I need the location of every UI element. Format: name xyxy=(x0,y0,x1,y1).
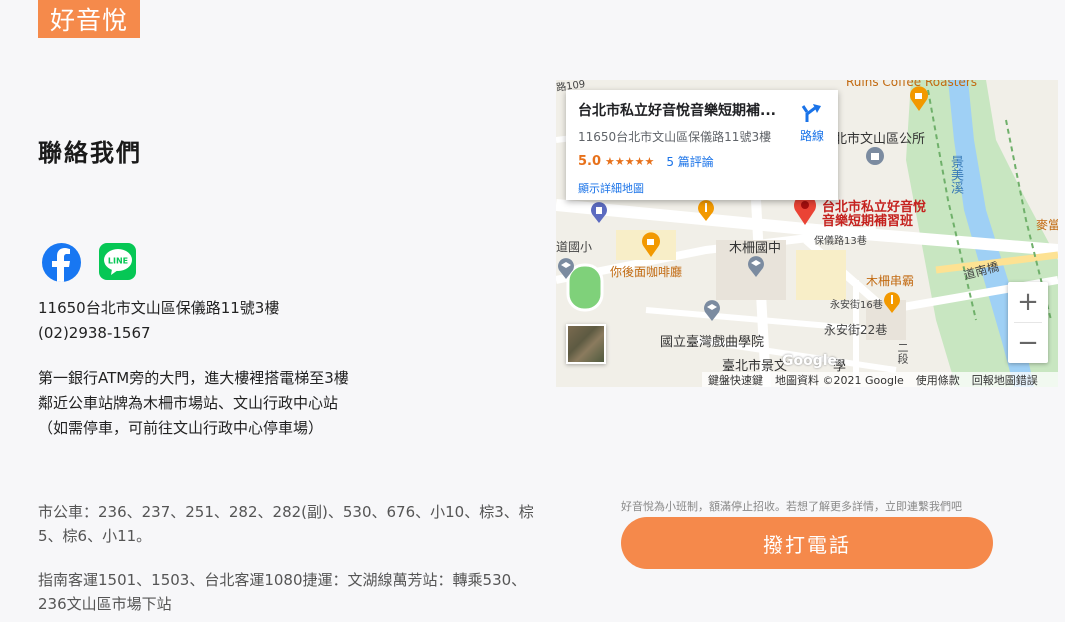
place-title: 台北市私立好音悅音樂短期補... xyxy=(578,103,776,119)
directions-icon xyxy=(801,104,821,122)
zoom-in-button[interactable]: + xyxy=(1008,282,1048,322)
directions-label: 路線 xyxy=(799,129,824,143)
line-icon-label: LINE xyxy=(107,256,127,265)
place-rating: 5.0 ★★★★★ 5 篇評論 xyxy=(578,153,826,170)
google-map[interactable]: Ruins Coffee Roasters 北市文山區公所 景美溪 台北市私立好… xyxy=(556,80,1058,387)
map-label: 木柵串霸 xyxy=(866,274,915,288)
map-label: 永安街22巷 xyxy=(824,323,888,337)
star-icons: ★★★★★ xyxy=(605,155,655,168)
terms-link[interactable]: 使用條款 xyxy=(916,372,960,388)
map-label: 二段 xyxy=(896,342,909,364)
contact-info: 11650台北市文山區保儀路11號3樓 (02)2938-1567 xyxy=(38,296,279,346)
school-icon[interactable] xyxy=(556,256,576,280)
direction-line: （如需停車，可前往文山行政中心停車場） xyxy=(38,419,324,437)
pin-name-line: 音樂短期補習班 xyxy=(822,214,914,229)
social-links: LINE xyxy=(42,243,136,282)
government-icon[interactable] xyxy=(866,147,884,165)
map-zoom-controls: + − xyxy=(1008,282,1048,363)
place-address: 11650台北市文山區保儀路11號3樓 xyxy=(578,130,772,144)
map-label: 道國小 xyxy=(556,240,593,254)
coach-routes: 指南客運1501、1503、台北客運1080捷運：文湖線萬芳站：轉乘530、23… xyxy=(38,571,527,613)
phone-text: (02)2938-1567 xyxy=(38,324,151,342)
restaurant-icon[interactable] xyxy=(882,290,902,314)
line-icon[interactable]: LINE xyxy=(99,243,136,280)
rating-value: 5.0 xyxy=(578,154,602,169)
map-label: 台北市私立好音悅 音樂短期補習班 xyxy=(822,201,926,229)
map-label: 永安街16巷 xyxy=(830,300,883,311)
larger-map-link[interactable]: 顯示詳細地圖 xyxy=(578,180,826,196)
cafe-icon[interactable] xyxy=(908,86,930,112)
zoom-out-button[interactable]: − xyxy=(1008,323,1048,363)
cafe-icon[interactable] xyxy=(640,232,662,258)
gas-station-icon[interactable] xyxy=(590,202,608,224)
pin-name-line: 台北市私立好音悅 xyxy=(822,200,927,215)
map-label: 保儀路13巷 xyxy=(814,236,867,247)
map-attribution: 鍵盤快速鍵 地圖資料 ©2021 Google 使用條款 回報地圖錯誤 xyxy=(702,372,1058,387)
direction-line: 鄰近公車站牌為木柵市場站、文山行政中心站 xyxy=(38,394,339,412)
facebook-icon[interactable] xyxy=(42,243,81,282)
school-icon[interactable] xyxy=(702,298,722,322)
google-logo: Google xyxy=(782,353,838,369)
directions-button[interactable]: 路線 xyxy=(800,102,824,144)
map-data-text: 地圖資料 ©2021 Google xyxy=(775,373,904,387)
map-label: 麥當 xyxy=(1036,218,1058,232)
restaurant-icon[interactable] xyxy=(696,198,716,222)
directions-text: 第一銀行ATM旁的大門，進大樓裡搭電梯至3樓 鄰近公車站牌為木柵市場站、文山行政… xyxy=(38,366,349,441)
map-label: 你後面咖啡廳 xyxy=(610,265,683,279)
call-button[interactable]: 撥打電話 xyxy=(621,517,993,569)
cta-note: 好音悅為小班制，額滿停止招收。若想了解更多詳情，立即連繫我們吧 xyxy=(621,500,962,513)
map-label: 景美溪 xyxy=(948,155,963,194)
satellite-toggle[interactable] xyxy=(566,324,606,364)
report-error-link[interactable]: 回報地圖錯誤 xyxy=(972,372,1038,388)
bus-routes: 市公車：236、237、251、282、282(副)、530、676、小10、棕… xyxy=(38,503,534,545)
map-label: 北市文山區公所 xyxy=(834,132,926,147)
map-info-card: 台北市私立好音悅音樂短期補... 11650台北市文山區保儀路11號3樓 5.0… xyxy=(566,90,838,200)
map-label: 國立臺灣戲曲學院 xyxy=(660,335,765,350)
keyboard-shortcuts-link[interactable]: 鍵盤快速鍵 xyxy=(708,372,763,388)
school-icon[interactable] xyxy=(746,254,766,278)
reviews-link[interactable]: 5 篇評論 xyxy=(666,153,713,170)
direction-line: 第一銀行ATM旁的大門，進大樓裡搭電梯至3樓 xyxy=(38,369,349,387)
page-title: 聯絡我們 xyxy=(38,139,142,167)
site-logo[interactable]: 好音悅 xyxy=(38,0,140,38)
address-text: 11650台北市文山區保儀路11號3樓 xyxy=(38,299,280,317)
